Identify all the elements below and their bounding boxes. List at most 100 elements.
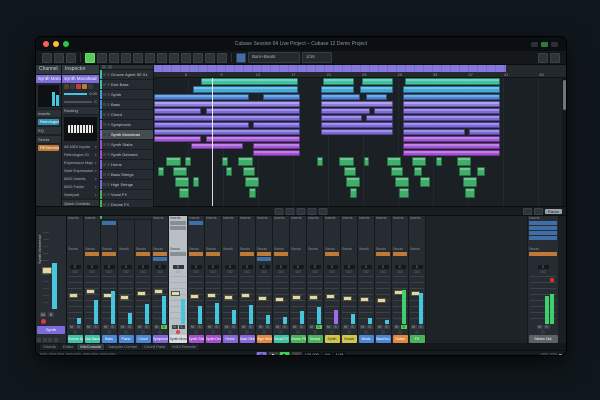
midi-event[interactable] bbox=[403, 86, 500, 93]
track-row[interactable]: Horns bbox=[100, 160, 153, 170]
track-row[interactable]: Synth Monolead bbox=[100, 130, 153, 140]
send-slot[interactable] bbox=[376, 252, 390, 256]
channel-name-label[interactable]: Synth Stabs bbox=[189, 335, 204, 343]
mute-button[interactable]: M bbox=[241, 325, 247, 330]
fader-cap[interactable] bbox=[241, 293, 250, 298]
fader-cap[interactable] bbox=[377, 298, 386, 303]
midi-event[interactable] bbox=[175, 177, 189, 187]
channel-fader[interactable] bbox=[102, 276, 116, 324]
mixer-channel[interactable]: InsertsSendsC0.0MSHigh Strings bbox=[256, 216, 273, 343]
fader-cap[interactable] bbox=[42, 267, 52, 274]
midi-event[interactable] bbox=[191, 143, 243, 149]
punch-in-icon[interactable] bbox=[83, 353, 90, 357]
midi-event[interactable] bbox=[154, 115, 300, 121]
track-lane[interactable] bbox=[154, 177, 566, 188]
track-lane[interactable] bbox=[154, 188, 566, 199]
record-enable-button[interactable] bbox=[330, 330, 334, 334]
draw-tool[interactable] bbox=[181, 53, 191, 63]
midi-event[interactable] bbox=[201, 78, 298, 85]
project-cursor[interactable] bbox=[212, 78, 213, 206]
record-button[interactable]: ● bbox=[291, 352, 301, 356]
midi-event[interactable] bbox=[253, 150, 300, 156]
fader-cap[interactable] bbox=[207, 293, 216, 298]
send-slot[interactable] bbox=[274, 252, 288, 256]
quantize-display[interactable]: 1/16 bbox=[334, 352, 346, 356]
inspector-track-label[interactable]: Synth Monolead bbox=[62, 75, 99, 83]
mute-button[interactable]: M bbox=[343, 325, 349, 330]
mixer-channel[interactable]: InsertsSendsC0.0MSFX bbox=[409, 216, 426, 343]
solo-button[interactable] bbox=[70, 84, 75, 89]
mute-button[interactable] bbox=[103, 203, 106, 206]
midi-event[interactable] bbox=[193, 177, 199, 187]
send-slot[interactable] bbox=[325, 252, 339, 256]
mute-button[interactable] bbox=[103, 93, 106, 96]
line-tool[interactable] bbox=[193, 53, 203, 63]
midi-event[interactable] bbox=[399, 188, 409, 198]
midi-event[interactable] bbox=[238, 157, 252, 166]
midi-event[interactable] bbox=[346, 177, 360, 187]
mute-button[interactable]: M bbox=[69, 325, 75, 330]
fader-cap[interactable] bbox=[224, 295, 233, 300]
midi-event[interactable] bbox=[154, 94, 249, 100]
record-enable-button[interactable] bbox=[364, 330, 368, 334]
insert-slot[interactable] bbox=[529, 221, 557, 225]
mixer-link-icon[interactable] bbox=[308, 208, 317, 215]
channel-fader[interactable] bbox=[68, 276, 82, 324]
midi-event[interactable] bbox=[243, 167, 255, 176]
solo-button[interactable] bbox=[107, 73, 110, 76]
workspace-icon[interactable] bbox=[541, 42, 548, 47]
glue-tool[interactable] bbox=[121, 53, 131, 63]
stop-button[interactable]: ■ bbox=[268, 352, 278, 356]
mixer-channel[interactable]: InsertsSendsC0.0MSBass Strings bbox=[239, 216, 256, 343]
midi-event[interactable] bbox=[253, 143, 300, 149]
mute-button[interactable]: M bbox=[103, 325, 109, 330]
record-enable-button[interactable] bbox=[194, 330, 198, 334]
record-enable-button[interactable] bbox=[381, 330, 385, 334]
mixer-channel[interactable]: InsertsSendsC0.0MSSynth Monolead bbox=[169, 216, 188, 343]
channel-fader[interactable] bbox=[119, 276, 133, 324]
channel-name-label[interactable]: Chord bbox=[136, 335, 151, 343]
mute-button[interactable] bbox=[103, 113, 106, 116]
track-lane[interactable] bbox=[154, 167, 566, 177]
send-slot[interactable] bbox=[189, 252, 203, 256]
send-slot[interactable] bbox=[257, 252, 271, 256]
track-row[interactable]: Synth Detuned bbox=[100, 150, 153, 160]
layout-icon[interactable] bbox=[531, 42, 538, 47]
midi-event[interactable] bbox=[222, 157, 228, 166]
mixer-channel[interactable]: InsertsSendsC0.0MSPiano bbox=[118, 216, 135, 343]
vertical-scrollbar[interactable] bbox=[562, 78, 566, 206]
midi-event[interactable] bbox=[154, 136, 201, 142]
midi-event[interactable] bbox=[463, 177, 477, 187]
midi-event[interactable] bbox=[405, 78, 500, 85]
mute-button[interactable]: M bbox=[207, 325, 213, 330]
channel-name-label[interactable]: Synth Monolead bbox=[170, 335, 187, 343]
midi-event[interactable] bbox=[226, 167, 232, 176]
midi-event[interactable] bbox=[403, 101, 500, 107]
channel-name-label[interactable]: FX bbox=[410, 335, 425, 343]
mute-button[interactable] bbox=[103, 143, 106, 146]
mixer-channel[interactable]: InsertsSendsC0.0MSDrums FX bbox=[290, 216, 307, 343]
record-enable-button[interactable] bbox=[415, 330, 419, 334]
history-icon[interactable] bbox=[54, 53, 64, 63]
mixer-channel[interactable]: InsertsSendsC0.0MSVocal FX bbox=[273, 216, 290, 343]
send-slot[interactable] bbox=[206, 252, 220, 256]
record-enable-button[interactable] bbox=[296, 330, 300, 334]
window-menu-icon[interactable] bbox=[551, 42, 558, 47]
send-slot[interactable] bbox=[85, 252, 99, 256]
solo-button[interactable]: S bbox=[93, 325, 99, 330]
close-button[interactable] bbox=[43, 41, 49, 47]
track-lane[interactable] bbox=[154, 94, 566, 101]
solo-button[interactable]: S bbox=[231, 325, 237, 330]
midi-event[interactable] bbox=[321, 122, 393, 128]
send-slot[interactable] bbox=[257, 257, 271, 261]
mute-button[interactable]: M bbox=[154, 325, 160, 330]
midi-event[interactable] bbox=[374, 108, 393, 114]
midi-event[interactable] bbox=[403, 143, 500, 149]
audio-performance-icon[interactable] bbox=[49, 353, 56, 357]
record-enable-button[interactable] bbox=[279, 330, 283, 334]
track-row[interactable]: Synth bbox=[100, 90, 153, 100]
zoom-tool[interactable] bbox=[145, 53, 155, 63]
channel-name-label[interactable]: High Strings bbox=[257, 335, 272, 343]
fader-cap[interactable] bbox=[258, 296, 267, 301]
solo-button[interactable]: S bbox=[214, 325, 220, 330]
